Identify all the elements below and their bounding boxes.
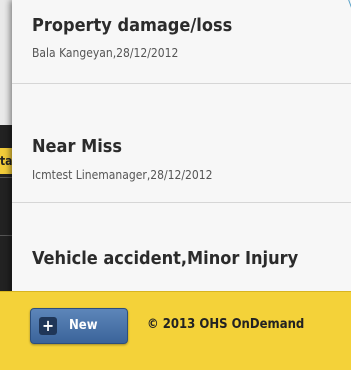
decorative-line (338, 0, 351, 46)
new-button-label: New (69, 318, 98, 333)
copyright-text: © 2013 OHS OnDemand (147, 317, 305, 332)
list-item-title: Vehicle accident,Minor Injury (32, 248, 299, 269)
footer-toolbar: + New © 2013 OHS OnDemand (0, 291, 351, 370)
list-item-title: Property damage/loss (32, 15, 233, 36)
list-item-subtitle: Bala Kangeyan,28/12/2012 (32, 46, 179, 60)
new-button[interactable]: + New (30, 308, 128, 344)
list-item-near-miss[interactable]: Near Miss Icmtest Linemanager,28/12/2012 (12, 84, 351, 203)
list-item-subtitle: Icmtest Linemanager,28/12/2012 (32, 168, 213, 182)
list-item-property-damage[interactable]: Property damage/loss Bala Kangeyan,28/12… (12, 0, 351, 84)
plus-icon: + (39, 317, 57, 335)
list-item-title: Near Miss (32, 136, 123, 157)
